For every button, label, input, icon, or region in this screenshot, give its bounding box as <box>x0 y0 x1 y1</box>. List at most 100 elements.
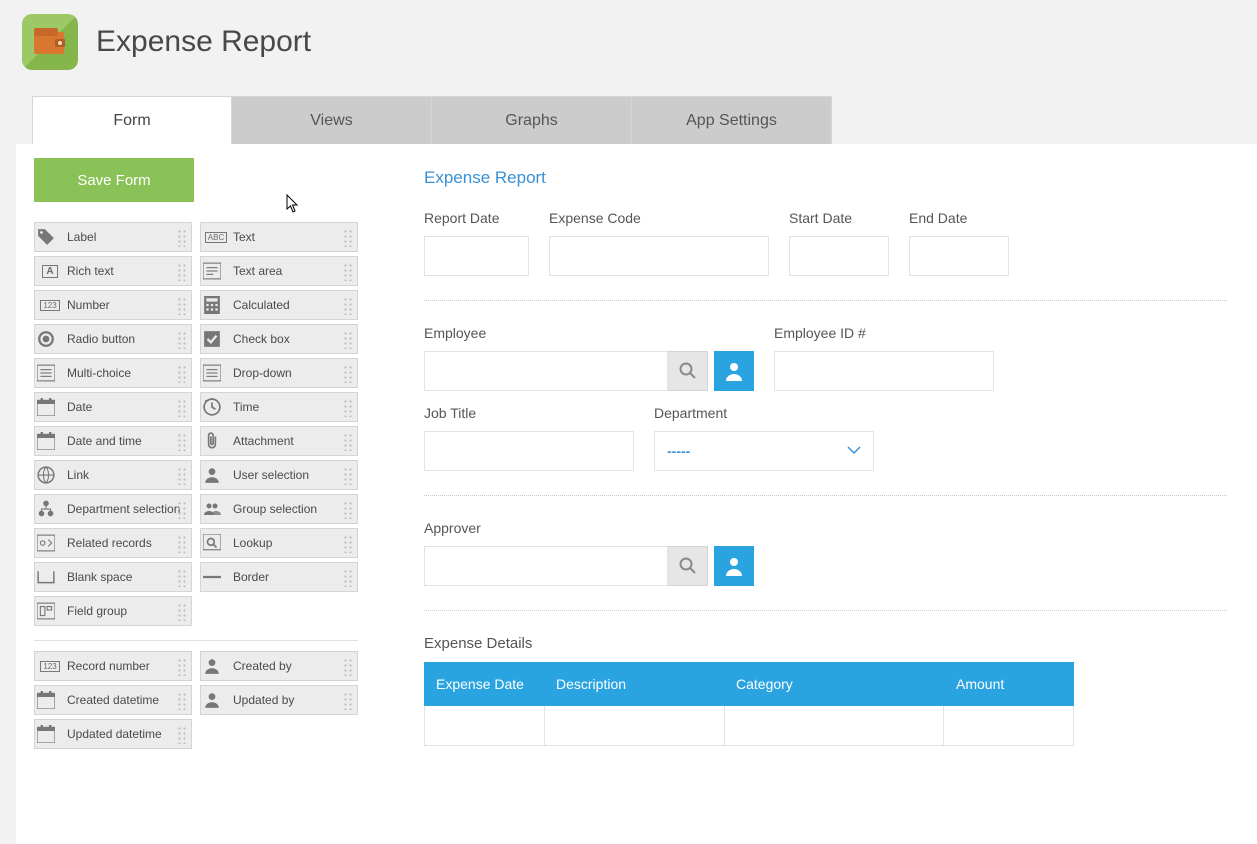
palette-multi-choice[interactable]: Multi-choice <box>34 358 192 388</box>
field-employee[interactable]: Employee <box>424 325 754 391</box>
palette-label[interactable]: Label <box>34 222 192 252</box>
palette-item-label: Radio button <box>67 332 135 346</box>
palette-updated-by[interactable]: Updated by <box>200 685 358 715</box>
expense-code-input[interactable] <box>549 236 769 276</box>
field-palette: Label ABCText A Rich text Text area 123Nu… <box>34 222 394 749</box>
expense-details-table[interactable]: Expense Date Description Category Amount <box>424 662 1074 746</box>
search-icon <box>678 556 698 576</box>
palette-radio-button[interactable]: Radio button <box>34 324 192 354</box>
approver-user-button[interactable] <box>714 546 754 586</box>
field-expense-code[interactable]: Expense Code <box>549 210 769 276</box>
table-row[interactable] <box>424 706 1074 746</box>
palette-separator <box>34 640 358 641</box>
col-expense-date: Expense Date <box>424 662 544 706</box>
cell-amount[interactable] <box>944 706 1074 746</box>
employee-user-button[interactable] <box>714 351 754 391</box>
related-icon <box>41 534 59 552</box>
tab-form[interactable]: Form <box>32 96 232 144</box>
palette-attachment[interactable]: Attachment <box>200 426 358 456</box>
palette-lookup[interactable]: Lookup <box>200 528 358 558</box>
palette-number[interactable]: 123Number <box>34 290 192 320</box>
field-start-date[interactable]: Start Date <box>789 210 889 276</box>
employee-search-button[interactable] <box>668 351 708 391</box>
cell-category[interactable] <box>725 706 945 746</box>
palette-item-label: Created by <box>233 659 292 673</box>
tab-views[interactable]: Views <box>232 96 432 144</box>
field-label: End Date <box>909 210 1009 226</box>
field-label: Report Date <box>424 210 529 226</box>
palette-rich-text[interactable]: A Rich text <box>34 256 192 286</box>
end-date-input[interactable] <box>909 236 1009 276</box>
list-icon <box>41 364 59 382</box>
palette-text-area[interactable]: Text area <box>200 256 358 286</box>
save-form-button[interactable]: Save Form <box>34 158 194 202</box>
abc-icon: ABC <box>207 228 225 246</box>
start-date-input[interactable] <box>789 236 889 276</box>
palette-date-time[interactable]: Date and time <box>34 426 192 456</box>
app-header: Expense Report <box>0 0 1257 80</box>
palette-check-box[interactable]: Check box <box>200 324 358 354</box>
field-label: Expense Code <box>549 210 769 226</box>
field-label: Start Date <box>789 210 889 226</box>
palette-text[interactable]: ABCText <box>200 222 358 252</box>
cell-expense-date[interactable] <box>425 706 545 746</box>
field-report-date[interactable]: Report Date <box>424 210 529 276</box>
cell-description[interactable] <box>545 706 725 746</box>
employee-id-input[interactable] <box>774 351 994 391</box>
dropdown-icon <box>207 364 225 382</box>
palette-blank-space[interactable]: Blank space <box>34 562 192 592</box>
separator <box>424 300 1227 301</box>
number-icon: 123 <box>41 296 59 314</box>
bold-a-icon: A <box>41 262 59 280</box>
user-icon <box>723 555 745 577</box>
palette-item-label: Record number <box>67 659 150 673</box>
palette-item-label: Blank space <box>67 570 132 584</box>
palette-item-label: Rich text <box>67 264 114 278</box>
employee-input[interactable] <box>424 351 668 391</box>
palette-group-selection[interactable]: Group selection <box>200 494 358 524</box>
field-job-title[interactable]: Job Title <box>424 405 634 471</box>
field-employee-id[interactable]: Employee ID # <box>774 325 994 391</box>
palette-calculated[interactable]: Calculated <box>200 290 358 320</box>
palette-drop-down[interactable]: Drop-down <box>200 358 358 388</box>
palette-item-label: Drop-down <box>233 366 292 380</box>
field-label: Approver <box>424 520 754 536</box>
field-approver[interactable]: Approver <box>424 520 754 586</box>
palette-item-label: Group selection <box>233 502 317 516</box>
palette-record-number[interactable]: 123 Record number <box>34 651 192 681</box>
palette-created-by[interactable]: Created by <box>200 651 358 681</box>
user-icon <box>723 360 745 382</box>
report-date-input[interactable] <box>424 236 529 276</box>
palette-item-label: Calculated <box>233 298 290 312</box>
palette-link[interactable]: Link <box>34 460 192 490</box>
tab-graphs[interactable]: Graphs <box>432 96 632 144</box>
clock-icon <box>207 398 225 416</box>
palette-item-label: User selection <box>233 468 309 482</box>
palette-updated-datetime[interactable]: Updated datetime <box>34 719 192 749</box>
palette-field-group[interactable]: Field group <box>34 596 192 626</box>
palette-item-label: Date <box>67 400 92 414</box>
user-icon <box>207 466 225 484</box>
palette-item-label: Text area <box>233 264 282 278</box>
user-icon <box>207 657 225 675</box>
palette-border[interactable]: Border <box>200 562 358 592</box>
job-title-input[interactable] <box>424 431 634 471</box>
department-dropdown[interactable]: ----- <box>654 431 874 471</box>
table-header: Expense Date Description Category Amount <box>424 662 1074 706</box>
tab-settings[interactable]: App Settings <box>632 96 832 144</box>
palette-user-selection[interactable]: User selection <box>200 460 358 490</box>
palette-date[interactable]: Date <box>34 392 192 422</box>
number-icon: 123 <box>41 657 59 675</box>
palette-created-datetime[interactable]: Created datetime <box>34 685 192 715</box>
approver-input[interactable] <box>424 546 668 586</box>
form-canvas: Expense Report Report Date Expense Code … <box>394 158 1257 844</box>
palette-item-label: Multi-choice <box>67 366 131 380</box>
palette-related-records[interactable]: Related records <box>34 528 192 558</box>
palette-item-label: Created datetime <box>67 693 159 707</box>
field-end-date[interactable]: End Date <box>909 210 1009 276</box>
palette-time[interactable]: Time <box>200 392 358 422</box>
calendar-icon <box>41 725 59 743</box>
palette-department-selection[interactable]: Department selection <box>34 494 192 524</box>
approver-search-button[interactable] <box>668 546 708 586</box>
field-department[interactable]: Department ----- <box>654 405 874 471</box>
